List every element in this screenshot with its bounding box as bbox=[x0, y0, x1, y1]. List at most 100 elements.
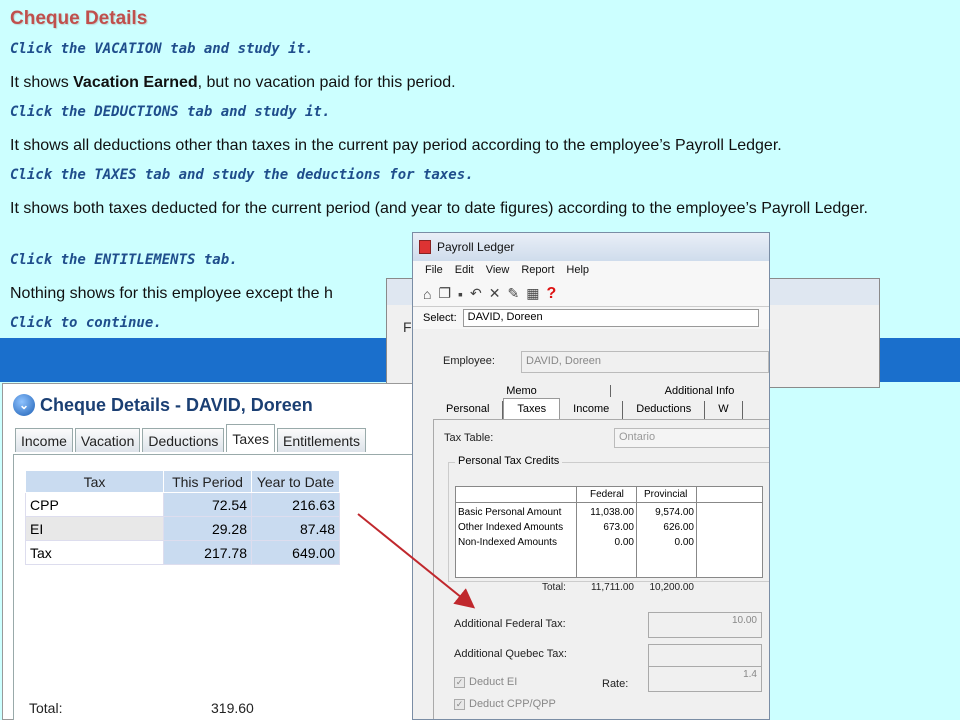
tab-personal[interactable]: Personal bbox=[433, 401, 504, 419]
rate-label: Rate: bbox=[602, 678, 629, 690]
employee-field[interactable]: DAVID, Doreen bbox=[521, 351, 769, 373]
credits-header-provincial: Provincial bbox=[644, 489, 688, 500]
background-window-menu[interactable]: F bbox=[403, 319, 412, 335]
tab-ledger-income[interactable]: Income bbox=[560, 401, 624, 419]
tab-entitlements[interactable]: Entitlements bbox=[277, 428, 367, 452]
tab-memo[interactable]: Memo bbox=[433, 385, 611, 397]
menu-edit[interactable]: Edit bbox=[455, 264, 474, 278]
total-label: Total: bbox=[29, 700, 63, 716]
ledger-select-row: Select: DAVID, Doreen bbox=[413, 307, 769, 329]
credits-row-label: Other Indexed Amounts bbox=[458, 522, 564, 533]
this-period-value: 217.78 bbox=[163, 540, 252, 565]
tab-ledger-deductions[interactable]: Deductions bbox=[623, 401, 706, 419]
tab-additional-info[interactable]: Additional Info bbox=[611, 385, 769, 397]
tax-name: CPP bbox=[25, 492, 164, 517]
credits-total-provincial: 10,200.00 bbox=[649, 582, 695, 593]
ledger-tabs-row2: Personal Taxes Income Deductions W bbox=[433, 398, 743, 419]
menu-help[interactable]: Help bbox=[566, 264, 589, 278]
cheque-window-title: ⌄ Cheque Details - DAVID, Doreen bbox=[13, 394, 313, 416]
checkmark-icon: ✓ bbox=[454, 676, 465, 688]
table-row[interactable]: Tax 217.78 649.00 bbox=[25, 540, 340, 565]
tax-table-value: Ontario bbox=[619, 431, 656, 443]
tax-table-label: Tax Table: bbox=[444, 432, 494, 444]
pencil-icon[interactable]: ✎ bbox=[507, 285, 519, 302]
ledger-title: Payroll Ledger bbox=[437, 240, 515, 254]
deduct-cpp-checkbox[interactable]: ✓ Deduct CPP/QPP bbox=[454, 698, 556, 710]
additional-quebec-label: Additional Quebec Tax: bbox=[454, 648, 567, 660]
total-value: 319.60 bbox=[211, 700, 254, 716]
additional-federal-field[interactable]: 10.00 bbox=[648, 612, 762, 638]
calculator-icon[interactable]: ▦ bbox=[526, 285, 539, 302]
column-header-this-period[interactable]: This Period bbox=[163, 470, 252, 493]
para-text: , but no vacation paid for this period. bbox=[197, 74, 456, 91]
ytd-value: 649.00 bbox=[251, 540, 340, 565]
ledger-toolbar: ⌂ ❐ ▪ ↶ ✕ ✎ ▦ ? bbox=[413, 281, 769, 307]
employee-label: Employee: bbox=[443, 355, 495, 367]
deduct-ei-checkbox[interactable]: ✓ Deduct EI bbox=[454, 676, 517, 688]
table-row[interactable]: CPP 72.54 216.63 bbox=[25, 492, 340, 517]
instruction-entitlements: Click the ENTITLEMENTS tab. bbox=[10, 252, 238, 268]
deduct-ei-label: Deduct EI bbox=[469, 676, 518, 688]
tab-taxes[interactable]: Taxes bbox=[226, 424, 275, 452]
additional-federal-label: Additional Federal Tax: bbox=[454, 618, 566, 630]
rate-field[interactable]: 1.4 bbox=[648, 666, 762, 692]
tab-deductions[interactable]: Deductions bbox=[142, 428, 225, 452]
credits-row-label: Non-Indexed Amounts bbox=[458, 537, 557, 548]
tab-ledger-taxes[interactable]: Taxes bbox=[503, 398, 561, 419]
table-row[interactable]: EI 29.28 87.48 bbox=[25, 516, 340, 541]
chevron-down-icon: ⌄ bbox=[13, 394, 35, 416]
paragraph-taxes: It shows both taxes deducted for the cur… bbox=[10, 200, 868, 217]
checkmark-icon: ✓ bbox=[454, 698, 465, 710]
credits-federal-value[interactable]: 11,038.00 bbox=[582, 507, 634, 518]
undo-icon[interactable]: ↶ bbox=[470, 285, 482, 302]
credits-federal-value[interactable]: 673.00 bbox=[582, 522, 634, 533]
tax-table-select[interactable]: Ontario ▼ bbox=[614, 428, 769, 448]
menu-file[interactable]: File bbox=[425, 264, 443, 278]
column-header-tax[interactable]: Tax bbox=[25, 470, 164, 493]
instruction-continue[interactable]: Click to continue. bbox=[10, 315, 162, 331]
this-period-value: 72.54 bbox=[163, 492, 252, 517]
credits-total-label: Total: bbox=[542, 582, 566, 593]
tax-table: Tax This Period Year to Date CPP 72.54 2… bbox=[25, 470, 340, 565]
tab-income[interactable]: Income bbox=[15, 428, 73, 452]
tax-name: EI bbox=[25, 516, 164, 541]
home-icon[interactable]: ⌂ bbox=[423, 286, 431, 302]
credits-provincial-value[interactable]: 9,574.00 bbox=[640, 507, 694, 518]
help-icon[interactable]: ? bbox=[546, 285, 556, 303]
ledger-taxes-panel: Tax Table: Ontario ▼ Personal Tax Credit… bbox=[433, 419, 769, 719]
column-header-ytd[interactable]: Year to Date bbox=[251, 470, 340, 493]
menu-report[interactable]: Report bbox=[521, 264, 554, 278]
delete-icon[interactable]: ✕ bbox=[489, 285, 501, 302]
save-icon[interactable]: ▪ bbox=[458, 286, 463, 302]
instruction-vacation: Click the VACATION tab and study it. bbox=[10, 41, 314, 57]
para-bold-text: Vacation Earned bbox=[73, 74, 198, 91]
this-period-value: 29.28 bbox=[163, 516, 252, 541]
app-icon bbox=[419, 240, 431, 254]
cheque-details-window: ⌄ Cheque Details - DAVID, Doreen Income … bbox=[2, 383, 423, 720]
credits-provincial-value[interactable]: 0.00 bbox=[640, 537, 694, 548]
credits-header-federal: Federal bbox=[590, 489, 624, 500]
instruction-taxes: Click the TAXES tab and study the deduct… bbox=[10, 167, 474, 183]
paragraph-deductions: It shows all deductions other than taxes… bbox=[10, 137, 782, 154]
ytd-value: 87.48 bbox=[251, 516, 340, 541]
payroll-ledger-window: Payroll Ledger File Edit View Report Hel… bbox=[412, 232, 770, 720]
tab-vacation[interactable]: Vacation bbox=[74, 428, 141, 452]
credits-total-federal: 11,711.00 bbox=[590, 582, 634, 593]
tab-ledger-w[interactable]: W bbox=[705, 401, 743, 419]
deduct-cpp-label: Deduct CPP/QPP bbox=[469, 698, 556, 710]
copy-icon[interactable]: ❐ bbox=[438, 285, 451, 302]
ledger-menubar: File Edit View Report Help bbox=[413, 261, 769, 281]
slide-title: Cheque Details bbox=[10, 8, 148, 29]
select-employee-field[interactable]: DAVID, Doreen bbox=[462, 309, 759, 327]
menu-view[interactable]: View bbox=[486, 264, 510, 278]
tax-name: Tax bbox=[25, 540, 164, 565]
ytd-value: 216.63 bbox=[251, 492, 340, 517]
credits-group-label: Personal Tax Credits bbox=[455, 455, 563, 467]
cheque-tabs: Income Vacation Deductions Taxes Entitle… bbox=[15, 424, 368, 452]
ledger-tabs-row1: Memo Additional Info bbox=[433, 385, 769, 397]
para-text: It shows bbox=[10, 74, 74, 91]
instruction-deductions: Click the DEDUCTIONS tab and study it. bbox=[10, 104, 331, 120]
credits-federal-value[interactable]: 0.00 bbox=[582, 537, 634, 548]
credits-provincial-value[interactable]: 626.00 bbox=[640, 522, 694, 533]
paragraph-vacation: It shows Vacation Earned, but no vacatio… bbox=[10, 73, 950, 92]
